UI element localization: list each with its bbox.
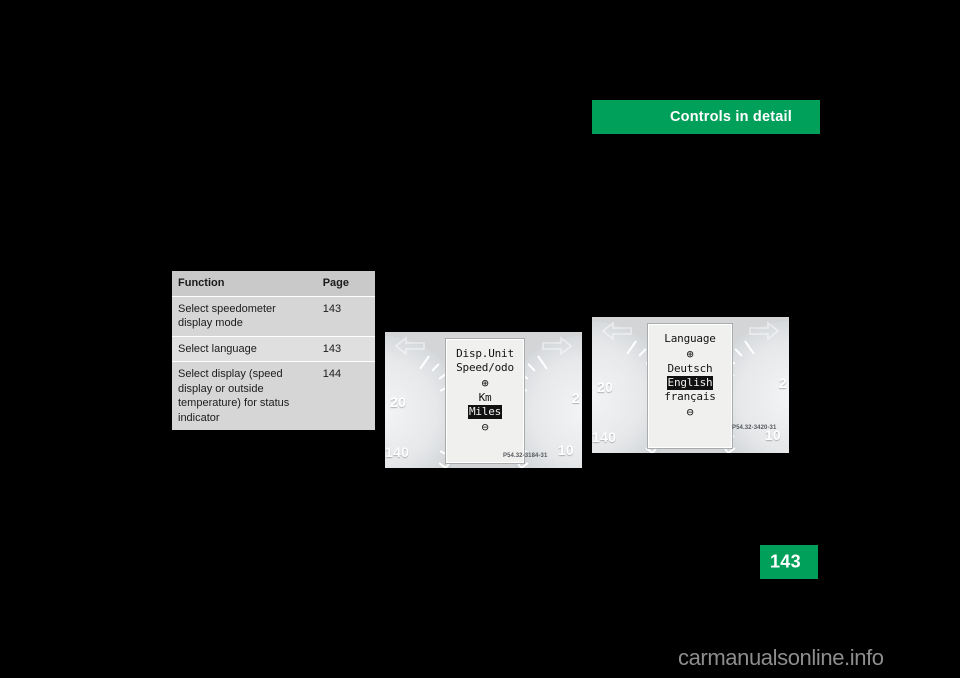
lcd-option-english-row: English [648, 376, 732, 390]
table-cell-page: 144 [316, 361, 375, 431]
lcd-option-english-selected: English [666, 376, 714, 390]
table-header-page: Page [316, 271, 375, 297]
table-cell-function: Select speedometer display mode [172, 296, 317, 337]
page-number-block: 143 [760, 545, 818, 579]
turn-signal-right-icon [542, 336, 573, 356]
instrument-cluster-figure-language: 20 140 2 10 Language ⊕ Deutsch English f… [592, 317, 789, 453]
gauge-label-right-upper: 2 [571, 390, 580, 406]
table-header-row: Function Page [172, 271, 375, 297]
table-row: Select display (speed display or outside… [172, 361, 375, 431]
scroll-down-icon: ⊖ [481, 420, 489, 434]
gauge-label-left-lower: 140 [592, 429, 617, 445]
page-number: 143 [770, 551, 801, 572]
scroll-up-icon: ⊕ [686, 347, 694, 361]
lcd-title-line-2: Speed/odo [456, 361, 514, 374]
gauge-label-left-upper: 20 [390, 394, 407, 410]
table-cell-function: Select language [172, 336, 317, 363]
lcd-option-miles-row: Miles [446, 405, 524, 419]
scroll-down-icon: ⊖ [686, 405, 694, 419]
multifunction-display-screen: Disp.Unit Speed/odo ⊕ Km Miles ⊖ [445, 338, 525, 464]
lcd-option-km: Km [478, 391, 492, 404]
chapter-title: Controls in detail [669, 109, 792, 125]
gauge-label-right-upper: 2 [778, 375, 787, 391]
table-row: Select language 143 [172, 336, 375, 363]
instrument-cluster-figure-display-unit: 20 140 2 10 Disp.Unit Speed/odo ⊕ Km Mil… [385, 332, 582, 468]
lcd-option-francais: français [664, 390, 716, 403]
turn-signal-left-icon [394, 336, 425, 356]
table-cell-function: Select display (speed display or outside… [172, 361, 317, 431]
gauge-label-left-upper: 20 [597, 379, 614, 395]
figure-reference-code: P54.32-3184-31 [503, 453, 548, 459]
lcd-option-deutsch: Deutsch [667, 362, 713, 375]
table-row: Select speedometer display mode 143 [172, 296, 375, 337]
lcd-title-line-1: Language [664, 332, 716, 345]
gauge-label-right-lower: 10 [557, 442, 574, 458]
function-page-table: Function Page Select speedometer display… [172, 271, 375, 431]
multifunction-display-screen: Language ⊕ Deutsch English français ⊖ [647, 323, 733, 449]
table-header-function: Function [172, 271, 317, 297]
lcd-title-line-1: Disp.Unit [456, 347, 514, 360]
site-watermark: carmanualsonline.info [678, 645, 884, 670]
turn-signal-right-icon [749, 321, 780, 341]
lcd-option-miles-selected: Miles [467, 405, 503, 419]
table-cell-page: 143 [316, 336, 375, 363]
table-cell-page: 143 [316, 296, 375, 337]
chapter-header-banner: Controls in detail [592, 100, 820, 134]
turn-signal-left-icon [601, 321, 632, 341]
scroll-up-icon: ⊕ [481, 376, 489, 390]
gauge-label-left-lower: 140 [385, 444, 410, 460]
figure-reference-code: P54.32-3420-31 [732, 425, 777, 431]
